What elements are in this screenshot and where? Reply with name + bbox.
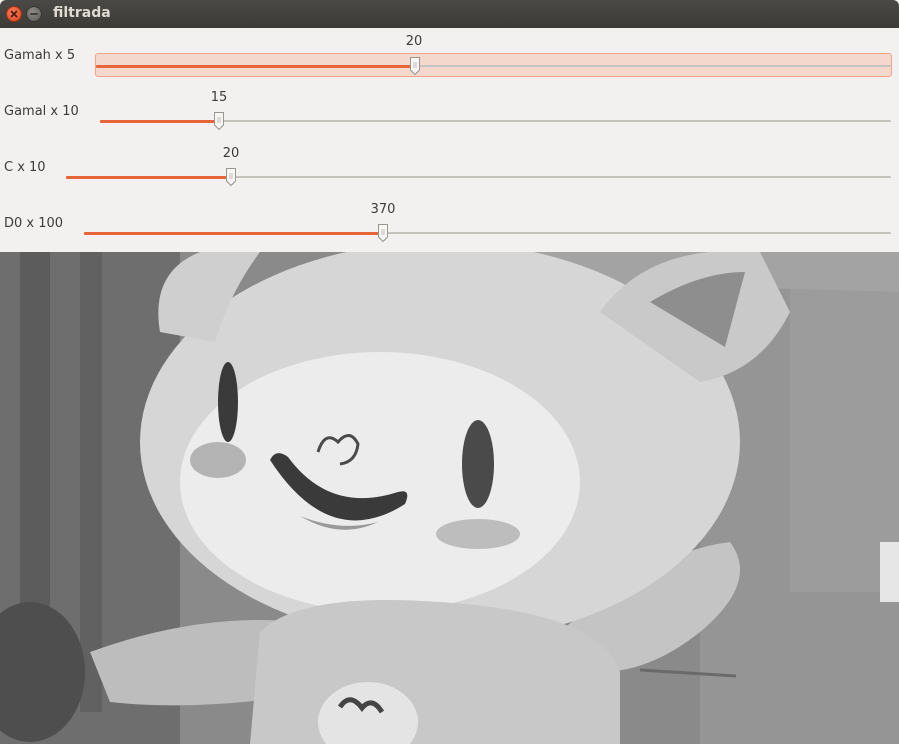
window-title: filtrada <box>53 5 111 21</box>
filtered-image <box>0 252 899 744</box>
trackbar-d0: D0 x 100 370 <box>0 196 899 252</box>
window-titlebar: filtrada <box>0 0 899 28</box>
slider-fill <box>66 176 231 179</box>
trackbar-gamah: Gamah x 5 20 <box>0 28 899 84</box>
trackbar-value: 20 <box>222 146 240 161</box>
slider-handle[interactable] <box>409 56 421 76</box>
trackbar-c: C x 10 20 <box>0 140 899 196</box>
plush-toy-image <box>0 252 899 744</box>
trackbar-slider[interactable] <box>100 109 891 133</box>
slider-handle[interactable] <box>225 167 237 187</box>
minimize-icon <box>30 13 38 15</box>
slider-fill <box>100 120 219 123</box>
trackbar-slider[interactable] <box>84 221 891 245</box>
close-icon <box>10 10 18 18</box>
slider-handle[interactable] <box>377 223 389 243</box>
trackbar-label: D0 x 100 <box>4 216 64 231</box>
trackbar-slider[interactable] <box>95 53 892 77</box>
minimize-button[interactable] <box>26 6 42 22</box>
slider-fill <box>96 65 415 68</box>
trackbar-slider[interactable] <box>66 165 891 189</box>
trackbar-value: 15 <box>210 90 228 105</box>
trackbar-gamal: Gamal x 10 15 <box>0 84 899 140</box>
close-button[interactable] <box>6 6 22 22</box>
trackbar-label: Gamah x 5 <box>4 48 76 63</box>
slider-fill <box>84 232 383 235</box>
trackbar-value: 370 <box>370 202 396 217</box>
trackbar-value: 20 <box>405 34 423 49</box>
slider-handle[interactable] <box>213 111 225 131</box>
trackbar-label: C x 10 <box>4 160 46 175</box>
trackbar-label: Gamal x 10 <box>4 104 79 119</box>
